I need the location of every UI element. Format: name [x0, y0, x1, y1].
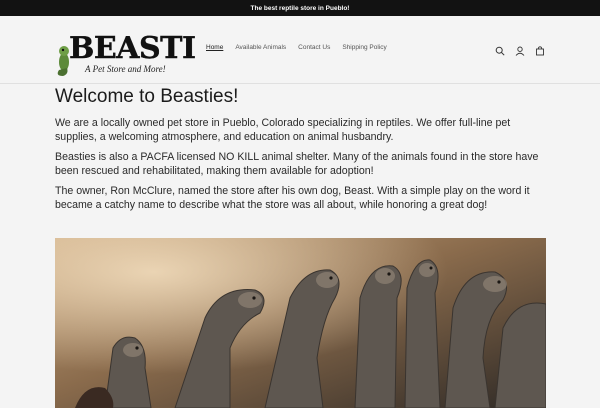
header-actions — [495, 43, 545, 56]
intro-paragraph: We are a locally owned pet store in Pueb… — [55, 117, 511, 143]
store-logo[interactable]: BEASTIES A Pet Store and More! — [55, 24, 195, 78]
search-icon[interactable] — [495, 43, 505, 56]
page-title: Welcome to Beasties! — [55, 86, 239, 107]
nav-available-animals[interactable]: Available Animals — [235, 44, 286, 51]
nav-home[interactable]: Home — [206, 44, 223, 51]
announcement-text: The best reptile store in Pueblo! — [250, 4, 350, 12]
announcement-bar: The best reptile store in Pueblo! — [0, 0, 600, 16]
main-navigation: Home Available Animals Contact Us Shippi… — [206, 44, 387, 51]
owner-paragraph: The owner, Ron McClure, named the store … — [55, 185, 530, 211]
main-content: Welcome to Beasties! We are a locally ow… — [55, 86, 547, 212]
cart-icon[interactable] — [535, 43, 545, 56]
shelter-paragraph: Beasties is also a PACFA licensed NO KIL… — [55, 151, 539, 177]
lizard-logo-icon — [57, 46, 69, 76]
account-icon[interactable] — [515, 43, 525, 56]
nav-shipping-policy[interactable]: Shipping Policy — [342, 44, 386, 51]
site-header: BEASTIES A Pet Store and More! Home Avai… — [0, 16, 600, 84]
logo-wordmark: BEASTIES — [69, 31, 195, 66]
bearded-dragons-photo — [55, 238, 546, 408]
nav-contact-us[interactable]: Contact Us — [298, 44, 330, 51]
logo-tagline: A Pet Store and More! — [84, 64, 166, 74]
